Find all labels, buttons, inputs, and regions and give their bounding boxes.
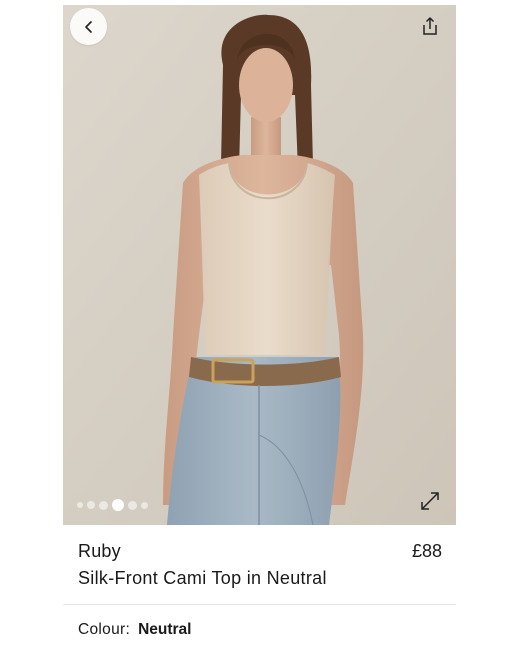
colour-value: Neutral: [138, 621, 192, 638]
gallery-dot[interactable]: [99, 500, 108, 510]
expand-image-button[interactable]: [418, 489, 442, 513]
share-icon: [423, 17, 437, 35]
product-image-gallery[interactable]: [63, 5, 456, 525]
divider: [63, 604, 456, 605]
colour-selector[interactable]: Colour: Neutral: [78, 621, 191, 639]
expand-icon: [421, 492, 439, 510]
share-button[interactable]: [418, 14, 442, 38]
gallery-dot[interactable]: [77, 502, 83, 508]
colour-label: Colour:: [78, 621, 131, 638]
gallery-dot[interactable]: [128, 500, 137, 510]
product-photo: [63, 5, 456, 525]
product-brand: Ruby: [78, 541, 121, 561]
chevron-left-icon: [84, 20, 92, 33]
gallery-dot[interactable]: [141, 501, 148, 509]
product-name: Silk-Front Cami Top in Neutral: [78, 568, 327, 588]
gallery-dot[interactable]: [87, 501, 95, 509]
gallery-pagination: [77, 499, 148, 511]
gallery-dot-active[interactable]: [112, 499, 124, 511]
product-price: £88: [411, 541, 442, 561]
back-button[interactable]: [70, 8, 107, 45]
